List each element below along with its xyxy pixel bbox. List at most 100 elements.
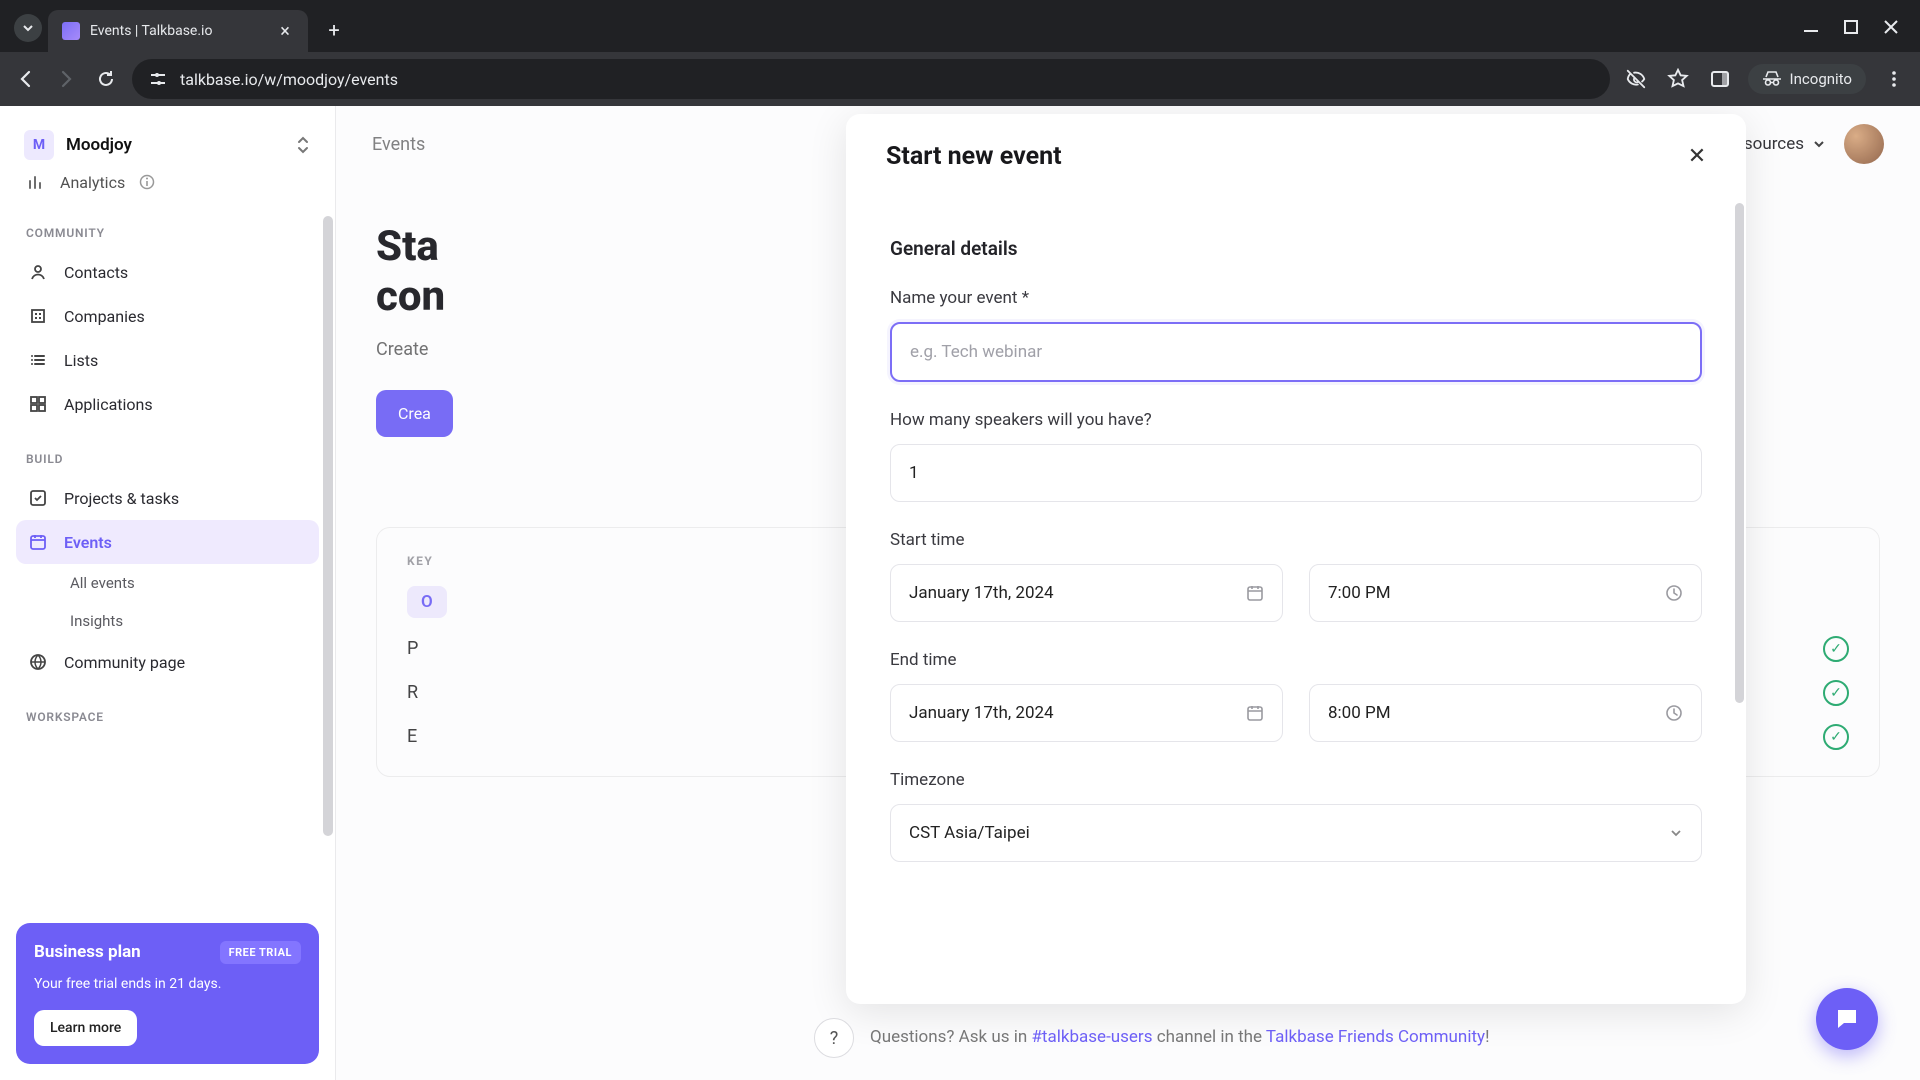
nav-label: Applications [64,395,153,414]
timezone-value: CST Asia/Taipei [909,823,1030,843]
promo-learn-more-button[interactable]: Learn more [34,1010,137,1046]
start-date-value: January 17th, 2024 [909,583,1054,603]
calendar-icon [1246,584,1264,602]
start-time-label: Start time [890,530,1702,550]
sidebar-item-lists[interactable]: Lists [16,338,319,382]
promo-card: Business plan FREE TRIAL Your free trial… [16,923,319,1064]
modal-scrollbar[interactable] [1734,203,1746,721]
sidebar-scrollbar[interactable] [321,216,335,856]
end-date-value: January 17th, 2024 [909,703,1054,723]
info-icon [139,174,155,190]
forward-button[interactable] [52,65,80,93]
user-icon [28,262,48,282]
workspace-switcher[interactable]: M Moodjoy [16,120,319,170]
nav-label: Community page [64,653,185,672]
end-time-label: End time [890,650,1702,670]
globe-icon [28,652,48,672]
start-time-value: 7:00 PM [1328,583,1391,603]
help-button[interactable]: ? [814,1018,854,1058]
sidebar: M Moodjoy Analytics COMMUNITY Contacts C… [0,106,336,1080]
start-date-input[interactable]: January 17th, 2024 [890,564,1283,622]
checkbox-icon [28,488,48,508]
workspace-avatar: M [24,130,54,160]
clock-icon [1665,704,1683,722]
clock-icon [1665,584,1683,602]
end-date-input[interactable]: January 17th, 2024 [890,684,1283,742]
community-link[interactable]: Talkbase Friends Community [1266,1027,1485,1047]
list-icon [28,350,48,370]
speakers-input[interactable]: 1 [890,444,1702,502]
back-button[interactable] [12,65,40,93]
tab-close-button[interactable]: × [276,22,294,40]
nav-label: Companies [64,307,145,326]
bookmark-star-icon[interactable] [1664,65,1692,93]
building-icon [28,306,48,326]
sidebar-item-analytics[interactable]: Analytics [16,164,319,200]
browser-tab-bar: Events | Talkbase.io × + [0,0,1920,52]
sidebar-item-contacts[interactable]: Contacts [16,250,319,294]
close-window-button[interactable] [1880,16,1902,38]
nav-label: Lists [64,351,98,370]
sidebar-subitem-insights[interactable]: Insights [16,602,319,640]
promo-badge: FREE TRIAL [220,941,301,964]
event-name-input[interactable] [890,322,1702,382]
section-workspace: WORKSPACE [26,710,309,724]
end-time-input[interactable]: 8:00 PM [1309,684,1702,742]
chart-icon [26,172,46,192]
event-name-label: Name your event * [890,288,1702,308]
browser-toolbar: talkbase.io/w/moodjoy/events Incognito [0,52,1920,106]
sidebar-item-projects[interactable]: Projects & tasks [16,476,319,520]
browser-tab[interactable]: Events | Talkbase.io × [48,10,308,52]
window-controls [1800,16,1902,38]
end-time-value: 8:00 PM [1328,703,1391,723]
section-build: BUILD [26,452,309,466]
favicon-icon [62,22,80,40]
panel-icon[interactable] [1706,65,1734,93]
nav-label: Projects & tasks [64,489,179,508]
questions-hint: Questions? Ask us in #talkbase-users cha… [870,1027,1489,1047]
tab-title: Events | Talkbase.io [90,23,266,39]
new-event-modal: Start new event ✕ General details Name y… [846,114,1746,1004]
nav-label: Events [64,533,112,552]
sidebar-subitem-all-events[interactable]: All events [16,564,319,602]
promo-title: Business plan [34,942,141,962]
eye-off-icon[interactable] [1622,65,1650,93]
new-tab-button[interactable]: + [318,14,350,46]
calendar-icon [1246,704,1264,722]
incognito-label: Incognito [1790,70,1852,88]
url-text: talkbase.io/w/moodjoy/events [180,70,398,89]
workspace-name: Moodjoy [66,135,283,155]
sidebar-item-community-page[interactable]: Community page [16,640,319,684]
sidebar-item-events[interactable]: Events [16,520,319,564]
tab-search-button[interactable] [14,14,42,42]
maximize-button[interactable] [1840,16,1862,38]
section-community: COMMUNITY [26,226,309,240]
timezone-label: Timezone [890,770,1702,790]
start-time-input[interactable]: 7:00 PM [1309,564,1702,622]
chat-fab[interactable] [1816,988,1878,1050]
channel-link[interactable]: #talkbase-users [1031,1027,1152,1047]
sidebar-item-applications[interactable]: Applications [16,382,319,426]
grid-icon [28,394,48,414]
main-area: Events Resources Stacon Create Crea KEY … [336,106,1920,1080]
chevron-down-icon [22,22,34,34]
incognito-badge[interactable]: Incognito [1748,64,1866,94]
url-bar[interactable]: talkbase.io/w/moodjoy/events [132,59,1610,99]
calendar-icon [28,532,48,552]
speakers-value: 1 [909,463,919,483]
reload-button[interactable] [92,65,120,93]
speakers-label: How many speakers will you have? [890,410,1702,430]
analytics-label: Analytics [60,173,125,192]
chat-icon [1832,1004,1862,1034]
modal-close-button[interactable]: ✕ [1684,144,1710,170]
section-general-title: General details [890,237,1702,260]
chevron-down-icon [1669,826,1683,840]
updown-chevron-icon [295,135,311,155]
site-settings-icon[interactable] [148,69,168,89]
modal-title: Start new event [886,142,1062,171]
sidebar-item-companies[interactable]: Companies [16,294,319,338]
browser-menu-button[interactable] [1880,65,1908,93]
minimize-button[interactable] [1800,16,1822,38]
nav-label: Contacts [64,263,128,282]
timezone-select[interactable]: CST Asia/Taipei [890,804,1702,862]
